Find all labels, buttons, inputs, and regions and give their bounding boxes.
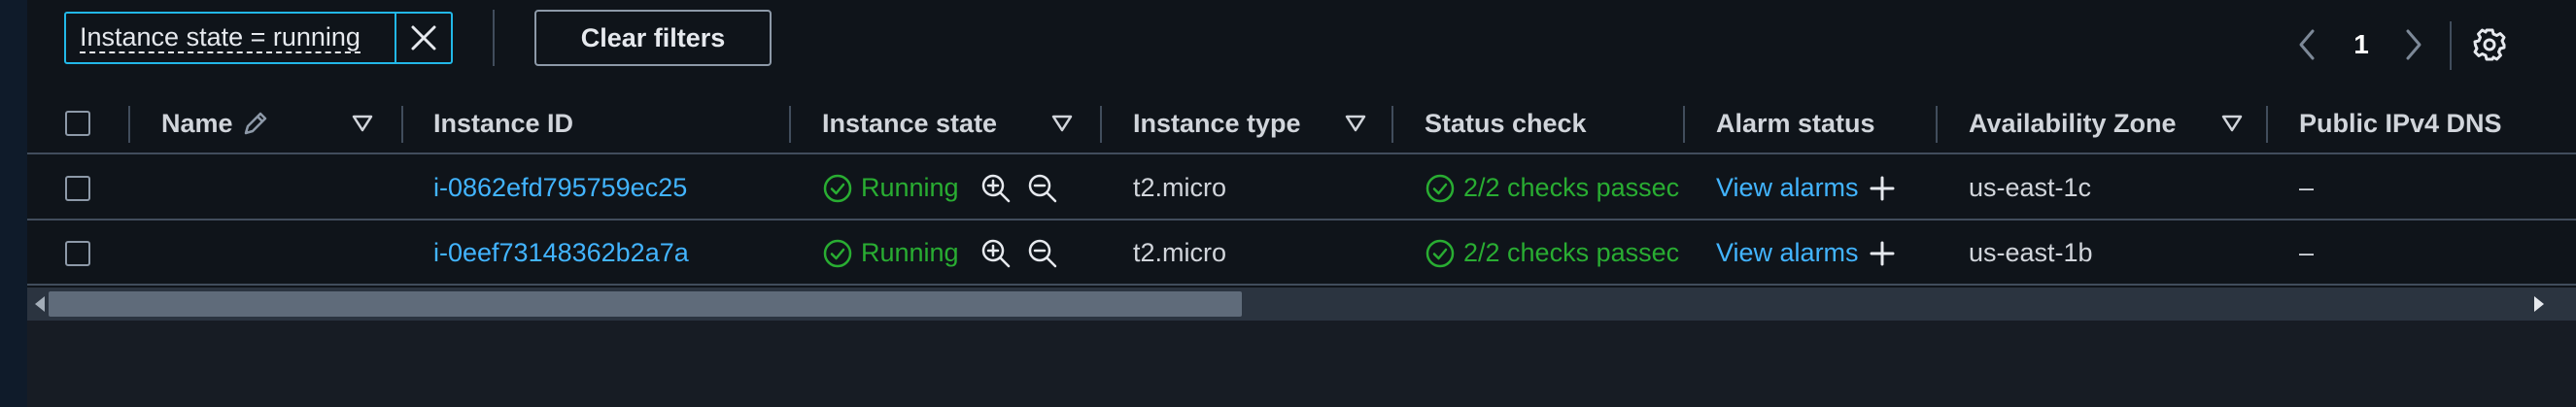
column-divider [128,106,130,143]
caret-down-icon[interactable] [352,115,373,132]
column-alarm-status-label[interactable]: Alarm status [1716,109,1875,139]
table-row[interactable]: i-0862efd795759ec25 Running t2.micro 2/2 [27,157,2576,220]
column-header-public-ipv4-dns[interactable]: Public IPv4 DNS [2299,94,2502,153]
view-alarms-link[interactable]: View alarms [1716,238,1859,268]
scrollbar-thumb[interactable] [49,291,1242,317]
column-header-instance-id[interactable]: Instance ID [433,94,573,153]
column-header-availability-zone[interactable]: Availability Zone [1969,94,2177,153]
column-instance-state-label[interactable]: Instance state [822,109,997,139]
close-icon [411,25,436,51]
state-label: Running [861,238,959,267]
scroll-left-arrow-icon[interactable] [33,294,47,314]
zoom-out-icon[interactable] [1027,173,1058,204]
column-public-ipv4-dns-label[interactable]: Public IPv4 DNS [2299,109,2502,139]
column-availability-zone-label[interactable]: Availability Zone [1969,109,2177,139]
alarm-status: View alarms [1716,157,1934,219]
clear-filters-button[interactable]: Clear filters [534,10,772,66]
availability-zone: us-east-1b [1969,238,2093,267]
instance-state: Running [822,222,1094,284]
column-header-status-check[interactable]: Status check [1425,94,1587,153]
row-checkbox[interactable] [65,241,90,266]
state-label: Running [861,173,959,202]
column-instance-type-label[interactable]: Instance type [1133,109,1301,139]
zoom-in-icon[interactable] [980,238,1012,269]
column-divider [1936,106,1938,143]
view-alarms-link[interactable]: View alarms [1716,173,1859,203]
filter-token[interactable]: Instance state = running [64,12,453,64]
status-check: 2/2 checks passec [1425,157,1681,219]
column-divider [401,106,403,143]
public-ipv4-dns: – [2299,238,2315,267]
chevron-right-icon[interactable] [2402,25,2425,64]
instance-type: t2.micro [1133,173,1227,202]
gear-icon[interactable] [2472,27,2507,62]
table-header: Name Instance ID Instance state Instance… [27,94,2576,154]
column-divider [789,106,791,143]
availability-zone: us-east-1c [1969,173,2092,202]
status-check-label: 2/2 checks passec [1463,238,1680,267]
remove-filter-button[interactable] [395,14,451,62]
page-number[interactable]: 1 [2342,17,2381,72]
column-header-instance-state[interactable]: Instance state [822,94,997,153]
column-instance-id-label[interactable]: Instance ID [433,109,573,139]
zoom-out-icon[interactable] [1027,238,1058,269]
select-all-checkbox[interactable] [65,111,90,136]
check-circle-icon [823,239,852,267]
check-circle-icon [1425,174,1455,202]
instance-state: Running [822,157,1094,219]
status-check-label: 2/2 checks passec [1463,173,1680,202]
scroll-right-arrow-icon[interactable] [2532,294,2546,314]
column-divider [1100,106,1102,143]
table-row[interactable]: i-0eef73148362b2a7a Running t2.micro 2/2 [27,222,2576,286]
column-header-instance-type[interactable]: Instance type [1133,94,1301,153]
status-check: 2/2 checks passec [1425,222,1681,284]
alarm-status: View alarms [1716,222,1934,284]
caret-down-icon[interactable] [2221,115,2243,132]
ec2-instances-panel: Instance state = running Clear filters 1… [0,0,2576,407]
column-divider [2266,106,2268,143]
caret-down-icon[interactable] [1345,115,1366,132]
check-circle-icon [823,174,852,202]
column-header-alarm-status[interactable]: Alarm status [1716,94,1875,153]
column-status-check-label[interactable]: Status check [1425,109,1587,139]
instance-name [161,157,395,219]
toolbar-divider [493,10,495,66]
public-ipv4-dns: – [2299,173,2315,202]
zoom-in-icon[interactable] [980,173,1012,204]
filter-token-label[interactable]: Instance state = running [80,22,361,53]
instance-id-link[interactable]: i-0eef73148362b2a7a [433,222,783,284]
plus-icon[interactable] [1869,240,1896,267]
column-name-label[interactable]: Name [161,109,233,139]
left-edge [0,0,27,407]
caret-down-icon[interactable] [1051,115,1073,132]
pencil-icon [244,112,266,135]
check-circle-icon [1425,239,1455,267]
instance-id-link[interactable]: i-0862efd795759ec25 [433,157,783,219]
instance-type: t2.micro [1133,238,1227,267]
pagination-divider [2450,21,2452,70]
column-divider [1683,106,1685,143]
column-header-name[interactable]: Name [161,94,270,153]
instance-name [161,222,395,284]
chevron-left-icon[interactable] [2295,25,2318,64]
plus-icon[interactable] [1869,175,1896,202]
column-divider [1391,106,1393,143]
empty-area [27,321,2576,407]
row-checkbox[interactable] [65,176,90,201]
filter-token-label-wrap[interactable]: Instance state = running [66,14,395,62]
